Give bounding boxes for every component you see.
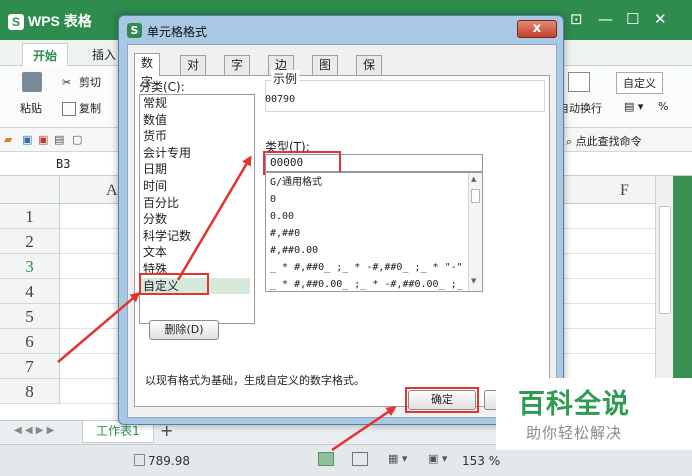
watermark: 百科全说 助你轻松解决 (496, 378, 692, 450)
copy-icon (62, 102, 76, 116)
row-header[interactable]: 1 (0, 204, 60, 229)
format-list-scrollbar[interactable]: ▲ ▼ (468, 173, 482, 291)
share-icon[interactable]: ⊡ (570, 10, 583, 28)
row-header[interactable]: 7 (0, 354, 60, 379)
row-header[interactable]: 5 (0, 304, 60, 329)
category-percentage[interactable]: 百分比 (140, 195, 250, 212)
sample-group (265, 80, 545, 112)
open-icon[interactable]: ▰ (4, 133, 12, 146)
print-icon[interactable]: ▤ (54, 133, 64, 146)
cell-reference[interactable]: B3 (56, 157, 70, 171)
tab-pattern[interactable]: 图案 (312, 55, 339, 91)
sheet-nav-icon[interactable]: ◀ ◀ ▶ ▶ (14, 425, 54, 436)
scroll-up-icon[interactable]: ▲ (471, 175, 476, 183)
save-icon[interactable]: ▣ (22, 133, 32, 146)
category-fraction[interactable]: 分数 (140, 211, 250, 228)
format-cells-dialog: S 单元格格式 x 数字 对齐 字体 边框 图案 保护 分类(C): 常规 数值… (118, 15, 564, 425)
watermark-title: 百科全说 (518, 389, 630, 420)
category-scientific[interactable]: 科学记数 (140, 228, 250, 245)
category-time[interactable]: 时间 (140, 178, 250, 195)
format-item[interactable]: #,##0 (270, 226, 466, 243)
row-header[interactable]: 8 (0, 379, 60, 404)
copy-button[interactable]: 复制 (62, 100, 101, 116)
sum-icon (134, 454, 145, 466)
app-logo[interactable]: S WPS 表格 (8, 11, 92, 31)
dialog-body: 数字 对齐 字体 边框 图案 保护 分类(C): 常规 数值 货币 会计专用 日… (127, 44, 557, 418)
sample-label: 示例 (271, 70, 300, 87)
paste-icon[interactable] (22, 72, 42, 92)
status-sum: 789.98 (148, 454, 190, 468)
tab-protection[interactable]: 保护 (356, 55, 383, 91)
close-icon[interactable]: ✕ (654, 10, 667, 28)
watermark-subtitle: 助你轻松解决 (526, 424, 623, 442)
percent-button[interactable]: % (658, 100, 668, 113)
app-title: WPS 表格 (28, 13, 92, 29)
category-currency[interactable]: 货币 (140, 128, 250, 145)
category-text[interactable]: 文本 (140, 244, 250, 261)
scroll-thumb[interactable] (471, 189, 480, 203)
format-code-list[interactable]: G/通用格式 0 0.00 #,##0 #,##0.00 _ * #,##0_ … (265, 172, 483, 292)
wps-logo-icon: S (8, 14, 24, 30)
preview-icon[interactable]: ▢ (72, 133, 82, 146)
scroll-down-icon[interactable]: ▼ (471, 277, 476, 285)
reading-mode-icon[interactable]: ▣ ▾ (428, 452, 447, 465)
column-header-f[interactable]: F (620, 182, 629, 200)
select-all-corner[interactable] (0, 176, 60, 203)
row-header[interactable]: 6 (0, 329, 60, 354)
sample-value: 00790 (265, 94, 296, 105)
dialog-close-button[interactable]: x (517, 20, 557, 38)
paste-button[interactable]: 粘贴 (20, 100, 42, 116)
search-icon: ⌕ (566, 135, 573, 148)
normal-view-icon[interactable] (318, 452, 334, 466)
custom-format-description: 以现有格式为基础，生成自定义的数字格式。 (145, 374, 365, 387)
format-item[interactable]: G/通用格式 (270, 175, 466, 192)
tab-home[interactable]: 开始 (22, 43, 69, 67)
cut-button[interactable]: ✂ 剪切 (62, 74, 101, 90)
scrollbar-thumb[interactable] (659, 206, 671, 314)
format-item[interactable]: 0 (270, 192, 466, 209)
zoom-level[interactable]: 153 % (462, 454, 500, 468)
category-general[interactable]: 常规 (140, 95, 250, 112)
wps-logo-icon: S (127, 23, 142, 38)
format-item[interactable]: _ * #,##0.00_ ;_ * -#,##0.00_ ;_ (270, 277, 466, 294)
delete-format-button[interactable]: 删除(D) (149, 320, 219, 340)
column-header-a[interactable]: A (106, 182, 118, 200)
wrap-icon[interactable] (568, 72, 590, 92)
row-header[interactable]: 2 (0, 229, 60, 254)
maximize-icon[interactable]: ☐ (626, 10, 639, 28)
highlight-custom-category (139, 273, 209, 295)
pdf-icon[interactable]: ▣ (38, 133, 48, 146)
row-header-selected[interactable]: 3 (0, 254, 60, 279)
category-number[interactable]: 数值 (140, 112, 250, 129)
format-item[interactable]: 0.00 (270, 209, 466, 226)
number-format-select[interactable]: 自定义 (616, 72, 663, 94)
tab-font[interactable]: 字体 (224, 55, 251, 91)
format-item[interactable]: _ * #,##0_ ;_ * -#,##0_ ;_ * "-" (270, 260, 466, 277)
page-break-icon[interactable]: ▦ ▾ (388, 452, 407, 465)
currency-icon[interactable]: ▤ ▾ (624, 100, 643, 113)
tab-insert[interactable]: 插入 (92, 46, 116, 63)
number-tab-panel: 分类(C): 常规 数值 货币 会计专用 日期 时间 百分比 分数 科学记数 文… (134, 70, 550, 407)
highlight-ok-button (405, 387, 479, 413)
tab-alignment[interactable]: 对齐 (180, 55, 207, 91)
page-layout-icon[interactable] (352, 452, 368, 466)
wrap-text-button[interactable]: 自动换行 (558, 100, 602, 116)
scissors-icon: ✂ (62, 76, 72, 89)
category-date[interactable]: 日期 (140, 161, 250, 178)
dialog-title: 单元格格式 (147, 25, 208, 39)
dialog-title-bar[interactable]: S 单元格格式 x (119, 16, 563, 44)
category-accounting[interactable]: 会计专用 (140, 145, 250, 162)
search-command[interactable]: ⌕ 点此查找命令 (566, 133, 642, 149)
minimize-icon[interactable]: — (598, 10, 613, 28)
tab-number[interactable]: 数字 (134, 53, 161, 89)
format-item[interactable]: #,##0.00 (270, 243, 466, 260)
row-header[interactable]: 4 (0, 279, 60, 304)
